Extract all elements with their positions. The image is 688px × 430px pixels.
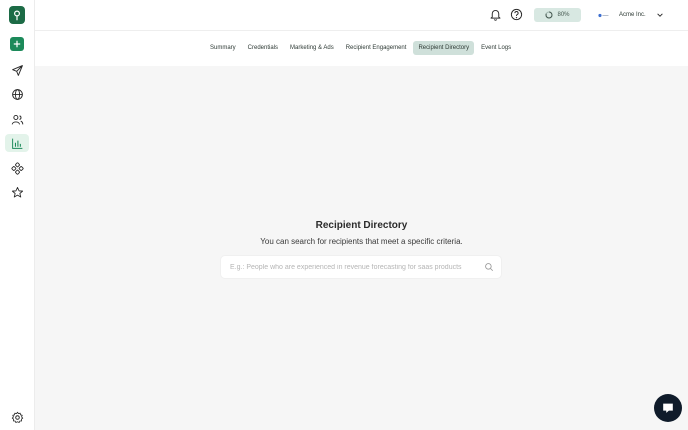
send-icon bbox=[11, 64, 23, 76]
tabs-bar: Summary Credentials Marketing & Ads Reci… bbox=[35, 31, 688, 66]
progress-indicator[interactable]: 80% bbox=[534, 8, 581, 22]
chevron-down-icon bbox=[656, 13, 663, 17]
tab-marketing-ads[interactable]: Marketing & Ads bbox=[285, 41, 339, 55]
tab-recipient-directory[interactable]: Recipient Directory bbox=[413, 41, 475, 55]
settings-button[interactable] bbox=[5, 408, 29, 426]
bell-icon[interactable] bbox=[489, 8, 502, 21]
sidebar bbox=[0, 0, 35, 430]
bar-chart-icon bbox=[11, 138, 22, 149]
account-name: Acme Inc. bbox=[619, 12, 646, 18]
tab-list: Summary Credentials Marketing & Ads Reci… bbox=[205, 41, 516, 55]
chat-button[interactable] bbox=[654, 394, 682, 422]
integrations-icon bbox=[10, 161, 24, 175]
company-logo-icon bbox=[597, 13, 609, 17]
sidebar-item-favorites[interactable] bbox=[5, 183, 29, 201]
tab-summary[interactable]: Summary bbox=[205, 41, 241, 55]
account-switcher[interactable]: Acme Inc. bbox=[592, 6, 664, 24]
progress-label: 80% bbox=[557, 12, 570, 18]
chat-icon bbox=[663, 403, 673, 413]
gear-icon bbox=[11, 411, 23, 423]
globe-icon bbox=[11, 88, 23, 100]
main-content: Recipient Directory You can search for r… bbox=[35, 66, 688, 430]
search-input[interactable] bbox=[221, 263, 484, 271]
sidebar-item-analytics[interactable] bbox=[5, 134, 29, 152]
page-subtitle: You can search for recipients that meet … bbox=[260, 237, 463, 246]
sidebar-item-users[interactable] bbox=[5, 110, 29, 128]
sidebar-item-send[interactable] bbox=[5, 61, 29, 79]
tab-event-logs[interactable]: Event Logs bbox=[476, 41, 516, 55]
page-title: Recipient Directory bbox=[315, 220, 408, 231]
tab-recipient-engagement[interactable]: Recipient Engagement bbox=[341, 41, 412, 55]
help-icon[interactable] bbox=[510, 8, 523, 21]
logo-icon bbox=[14, 10, 21, 21]
account-avatar bbox=[592, 6, 614, 24]
users-icon bbox=[11, 114, 23, 125]
star-icon bbox=[11, 186, 23, 197]
sidebar-item-globe[interactable] bbox=[5, 85, 29, 103]
recipient-search[interactable] bbox=[220, 255, 502, 279]
create-new-button[interactable] bbox=[10, 37, 24, 51]
app-logo[interactable] bbox=[9, 6, 25, 24]
plus-icon bbox=[13, 40, 21, 48]
search-icon[interactable] bbox=[484, 262, 494, 272]
tab-credentials[interactable]: Credentials bbox=[243, 41, 283, 55]
top-header: 80% Acme Inc. bbox=[35, 0, 688, 31]
sidebar-item-integrations[interactable] bbox=[5, 159, 29, 177]
progress-ring-icon bbox=[545, 11, 553, 19]
